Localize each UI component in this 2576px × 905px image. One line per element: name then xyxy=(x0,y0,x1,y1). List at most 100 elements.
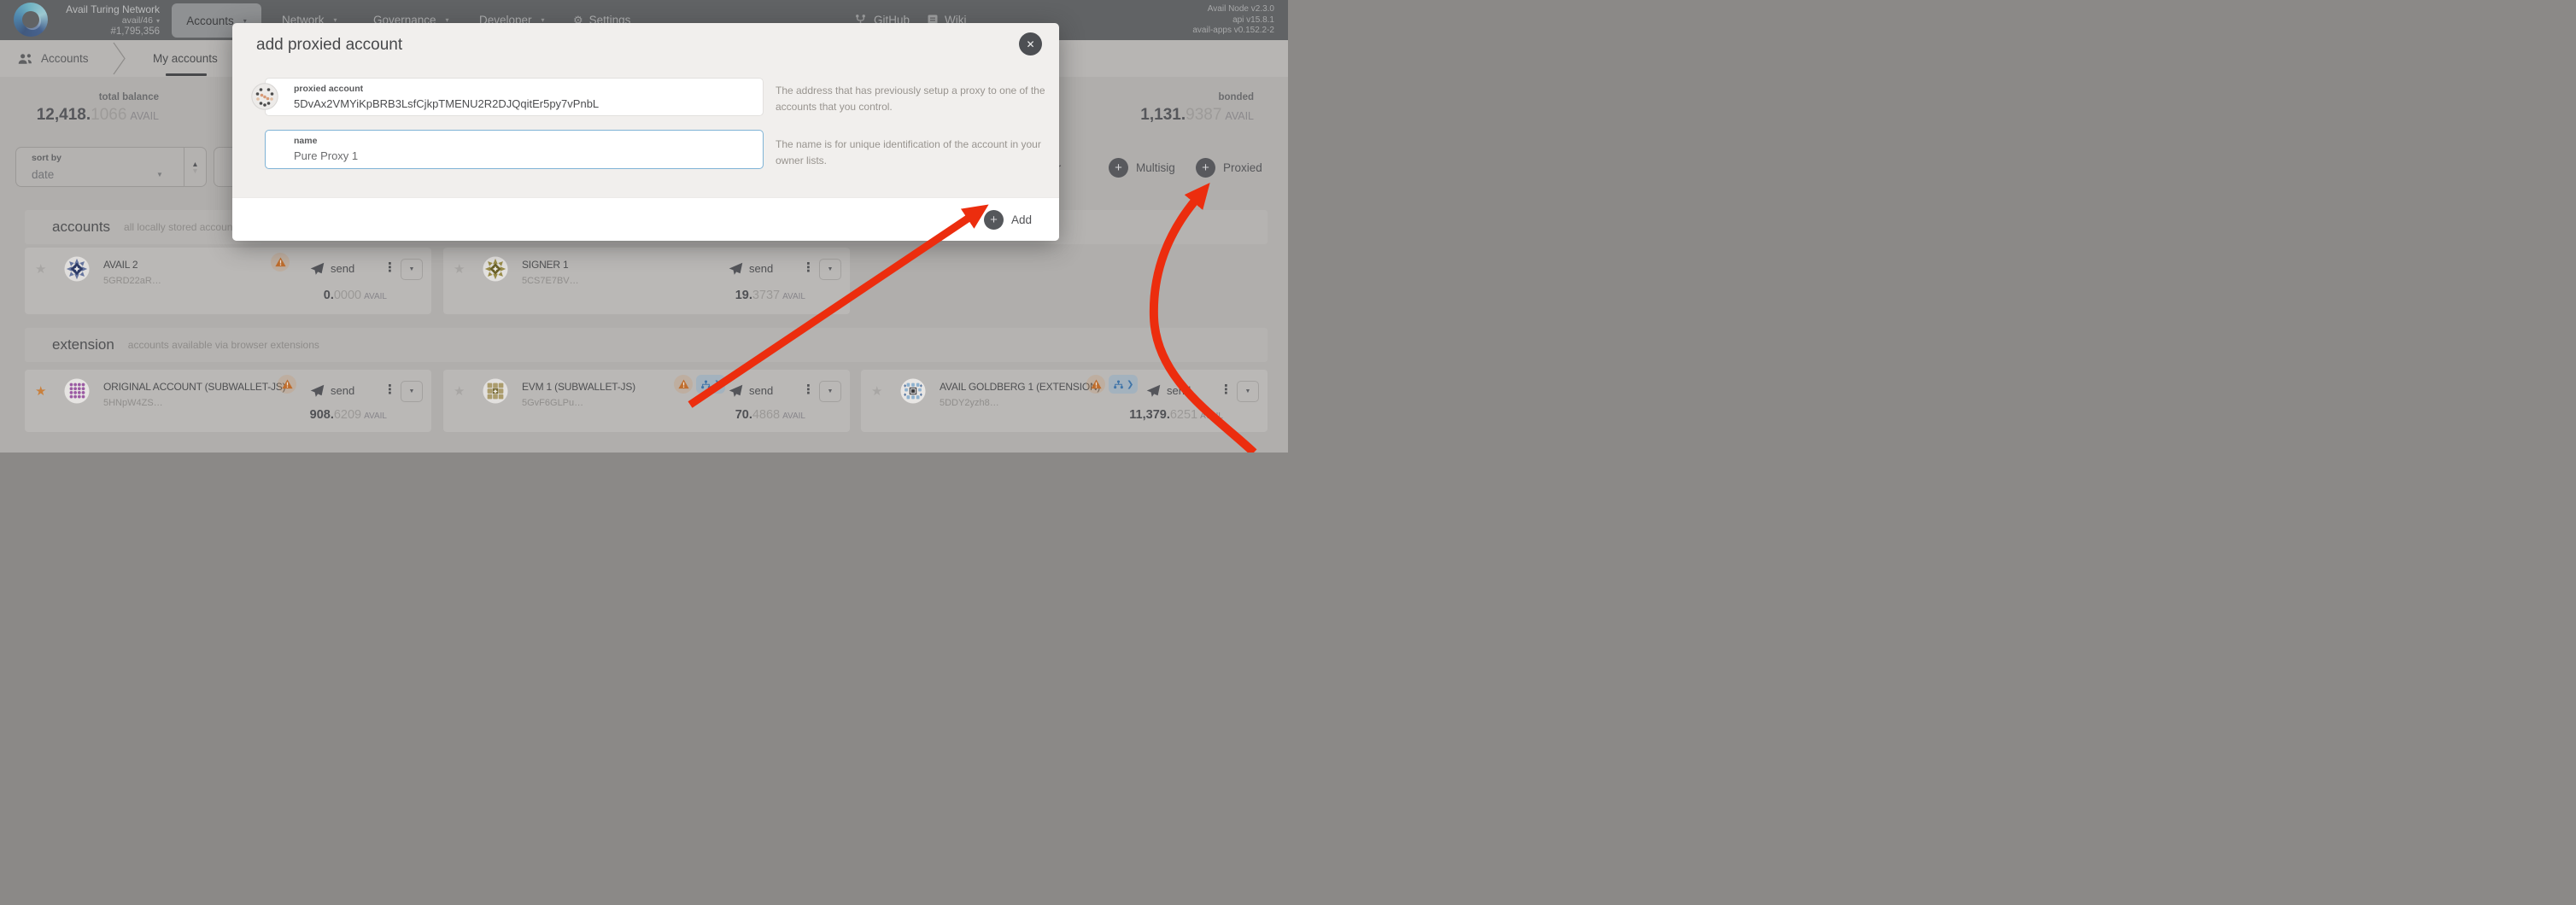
add-button[interactable]: Add xyxy=(1011,213,1032,226)
api-version: api v15.8.1 xyxy=(1192,15,1274,26)
account-card-original-account: ★ ORIGINAL ACCOUNT (SUBWALLET-JS) 5HNpW4… xyxy=(25,370,431,432)
warning-badge xyxy=(271,253,290,272)
sort-by-value: date xyxy=(32,168,54,181)
chevron-down-icon: ▼ xyxy=(828,266,834,272)
add-proxied-account-modal: add proxied account ✕ proxied account 5D… xyxy=(232,23,1059,241)
name-value: Pure Proxy 1 xyxy=(294,149,358,162)
account-card-signer-1: ★ SIGNER 1 5CS7E7BV… send ⋮ ▼ 19.3737AVA… xyxy=(443,248,850,314)
tab-my-accounts-label: My accounts xyxy=(153,52,218,65)
nav-accounts-label: Accounts xyxy=(186,15,234,27)
identicon[interactable] xyxy=(900,378,926,404)
plus-icon: + xyxy=(984,210,1004,230)
account-balance: 70.4868AVAIL xyxy=(735,407,805,423)
favorite-star-icon[interactable]: ★ xyxy=(35,261,46,277)
proxied-account-value: 5DvAx2VMYiKpBRB3LsfCjkpTMENU2R2DJQqitEr5… xyxy=(294,97,599,110)
total-balance-label: total balance xyxy=(17,92,159,102)
more-menu-icon[interactable]: ⋮ xyxy=(383,382,396,397)
send-icon[interactable] xyxy=(729,262,743,277)
send-icon[interactable] xyxy=(310,384,325,399)
send-label[interactable]: send xyxy=(749,384,773,397)
identicon[interactable] xyxy=(64,378,90,404)
warning-badge xyxy=(1086,375,1105,394)
sitemap-icon xyxy=(1113,380,1124,389)
network-info[interactable]: Avail Turing Network avail/46▾ #1,795,35… xyxy=(51,4,160,38)
name-input[interactable]: name Pure Proxy 1 xyxy=(265,130,764,169)
total-balance-block: total balance 12,418.1066AVAIL xyxy=(17,92,159,125)
expand-caret-button[interactable]: ▼ xyxy=(819,259,841,280)
more-menu-icon[interactable]: ⋮ xyxy=(1220,382,1232,397)
multisig-label: Multisig xyxy=(1136,161,1175,174)
identicon[interactable] xyxy=(64,256,90,282)
expand-caret-button[interactable]: ▼ xyxy=(401,259,423,280)
account-balance: 11,379.6251AVAIL xyxy=(1129,407,1223,423)
node-version: Avail Node v2.3.0 xyxy=(1192,4,1274,15)
favorite-star-icon[interactable]: ★ xyxy=(454,261,465,277)
close-button[interactable]: ✕ xyxy=(1019,32,1042,55)
avail-logo-icon[interactable] xyxy=(14,3,48,37)
section-subtitle: all locally stored accounts xyxy=(124,221,241,233)
more-menu-icon[interactable]: ⋮ xyxy=(802,260,815,275)
send-label[interactable]: send xyxy=(1167,384,1191,397)
proxy-badge[interactable]: ❯ xyxy=(1109,375,1138,394)
account-name: ORIGINAL ACCOUNT (SUBWALLET-JS) xyxy=(103,381,285,393)
people-icon xyxy=(17,53,33,65)
warning-triangle-icon xyxy=(275,257,286,267)
proxied-account-input[interactable]: proxied account 5DvAx2VMYiKpBRB3LsfCjkpT… xyxy=(265,78,764,116)
send-label[interactable]: send xyxy=(331,262,354,275)
favorite-star-icon[interactable]: ★ xyxy=(35,383,46,399)
identicon[interactable] xyxy=(483,256,508,282)
chevron-down-icon: ▼ xyxy=(828,388,834,394)
breadcrumb-label: Accounts xyxy=(41,52,89,65)
app-root: Avail Turing Network avail/46▾ #1,795,35… xyxy=(0,0,1288,452)
section-header-extension: extension accounts available via browser… xyxy=(25,328,1268,362)
account-address: 5GvF6GLPu… xyxy=(522,398,583,408)
chevron-right-icon: ❯ xyxy=(1127,380,1133,389)
favorite-star-icon[interactable]: ★ xyxy=(871,383,882,399)
account-name: SIGNER 1 xyxy=(522,259,568,271)
warning-triangle-icon xyxy=(282,379,293,389)
bonded-block: bonded 1,131.9387AVAIL xyxy=(1140,92,1254,125)
block-number: #1,795,356 xyxy=(51,26,160,38)
account-address: 5DDY2yzh8… xyxy=(940,398,999,408)
send-icon[interactable] xyxy=(729,384,743,399)
identicon[interactable] xyxy=(251,83,278,110)
send-label[interactable]: send xyxy=(749,262,773,275)
chevron-down-icon: ▼ xyxy=(409,266,415,272)
account-name: EVM 1 (SUBWALLET-JS) xyxy=(522,381,635,393)
proxied-button[interactable]: + Proxied xyxy=(1196,158,1262,178)
sort-desc-icon: ▼ xyxy=(191,167,198,174)
chevron-down-icon: ▼ xyxy=(1245,388,1251,394)
name-label: name xyxy=(294,136,317,146)
warning-triangle-icon xyxy=(678,379,689,389)
expand-caret-button[interactable]: ▼ xyxy=(1237,381,1259,402)
section-subtitle: accounts available via browser extension… xyxy=(128,339,319,351)
expand-caret-button[interactable]: ▼ xyxy=(401,381,423,402)
account-address: 5GRD22aR… xyxy=(103,276,161,286)
send-icon[interactable] xyxy=(1146,384,1161,399)
chevron-down-icon: ▾ xyxy=(156,17,160,25)
version-info: Avail Node v2.3.0 api v15.8.1 avail-apps… xyxy=(1192,4,1274,37)
favorite-star-icon[interactable]: ★ xyxy=(454,383,465,399)
tab-my-accounts[interactable]: My accounts xyxy=(151,40,220,77)
chevron-down-icon: ▼ xyxy=(156,171,163,178)
more-menu-icon[interactable]: ⋮ xyxy=(383,260,396,275)
total-balance-value: 12,418.1066AVAIL xyxy=(17,106,159,125)
warning-badge xyxy=(278,375,296,394)
identicon[interactable] xyxy=(483,378,508,404)
more-menu-icon[interactable]: ⋮ xyxy=(802,382,815,397)
network-name: Avail Turing Network xyxy=(51,4,160,15)
sort-by-select[interactable]: sort by date ▼ ▲ ▼ xyxy=(15,147,207,187)
warning-badge xyxy=(674,375,693,394)
sort-by-label: sort by xyxy=(32,153,61,163)
breadcrumb[interactable]: Accounts xyxy=(17,40,89,77)
send-icon[interactable] xyxy=(310,262,325,277)
multisig-button[interactable]: + Multisig xyxy=(1109,158,1175,178)
proxy-badge[interactable]: ❯ xyxy=(696,375,725,394)
account-card-avail-2: ★ AVAIL 2 5GRD22aR… send ⋮ ▼ 0.0000AVAIL xyxy=(25,248,431,314)
expand-caret-button[interactable]: ▼ xyxy=(819,381,841,402)
sort-direction-toggle[interactable]: ▲ ▼ xyxy=(184,148,206,186)
send-label[interactable]: send xyxy=(331,384,354,397)
account-card-avail-goldberg-1: ★ AVAIL GOLDBERG 1 (EXTENSION) 5DDY2yzh8… xyxy=(861,370,1268,432)
account-balance: 908.6209AVAIL xyxy=(310,407,387,423)
account-balance: 0.0000AVAIL xyxy=(324,288,387,303)
